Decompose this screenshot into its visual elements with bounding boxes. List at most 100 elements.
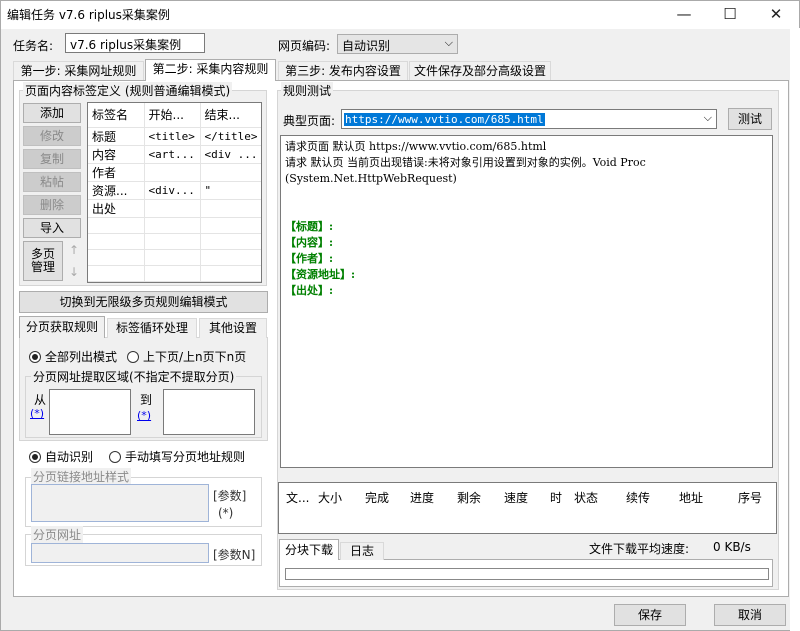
- radio-list-all[interactable]: 全部列出模式: [29, 348, 117, 365]
- table-row[interactable]: 资源... <div... ": [88, 181, 261, 200]
- radio-unselected-icon: [127, 351, 139, 363]
- paging-area-title: 分页网址提取区域(不指定不提取分页): [31, 368, 237, 385]
- column-header-resume[interactable]: 续传: [626, 489, 650, 506]
- close-button[interactable]: ✕: [753, 1, 799, 29]
- param-n-label[interactable]: [参数N]: [213, 546, 255, 563]
- cancel-button[interactable]: 取消: [714, 604, 786, 626]
- subtab-other-settings[interactable]: 其他设置: [199, 318, 267, 338]
- column-header-start[interactable]: 开始...: [144, 103, 201, 128]
- param-star[interactable]: (*): [218, 506, 233, 520]
- output-line: 请求页面 默认页 https://www.vvtio.com/685.html: [285, 140, 547, 153]
- subtab-tag-loop[interactable]: 标签循环处理: [107, 318, 197, 338]
- tag-name-cell: 作者: [88, 163, 145, 182]
- typical-page-input[interactable]: https://www.vvtio.com/685.html ⌵: [341, 109, 717, 129]
- table-row: [88, 265, 261, 282]
- tag-end-cell: ": [200, 181, 261, 200]
- table-row[interactable]: 标题 <title> </title>: [88, 127, 261, 146]
- radio-prev-next-label: 上下页/上n页下n页: [143, 350, 247, 364]
- download-progress-bar: [285, 568, 769, 580]
- radio-prev-next[interactable]: 上下页/上n页下n页: [127, 348, 246, 365]
- tag-table-header: 标签名 开始... 结束...: [88, 103, 261, 128]
- column-header-remaining[interactable]: 剩余: [457, 489, 481, 506]
- typical-page-label: 典型页面:: [283, 114, 336, 128]
- task-name-input[interactable]: v7.6 riplus采集案例: [65, 33, 205, 53]
- output-line: 请求 默认页 当前页出现错误:未将对象引用设置到对象的实例。Void Proc: [285, 156, 646, 169]
- param-label[interactable]: [参数]: [213, 487, 246, 504]
- column-header-size[interactable]: 大小: [318, 489, 342, 506]
- from-label: 从: [34, 393, 47, 407]
- download-list[interactable]: 文... 大小 完成 进度 剩余 速度 时 状态 续传 地址 序号: [278, 482, 777, 534]
- multipage-manage-button[interactable]: 多页 管理: [23, 241, 63, 281]
- from-star-link[interactable]: (*): [30, 407, 44, 420]
- table-row[interactable]: 作者: [88, 163, 261, 182]
- field-resource-url: 【资源地址】:: [285, 268, 356, 281]
- paging-from-input[interactable]: [49, 389, 131, 435]
- table-row: [88, 233, 261, 250]
- radio-manual-rule[interactable]: 手动填写分页地址规则: [109, 448, 245, 465]
- radio-selected-icon: [29, 451, 41, 463]
- import-tag-button[interactable]: 导入: [23, 218, 81, 238]
- column-header-speed[interactable]: 速度: [504, 489, 528, 506]
- column-header-time[interactable]: 时: [550, 489, 562, 506]
- add-tag-button[interactable]: 添加: [23, 103, 81, 123]
- move-up-icon[interactable]: ↑: [67, 243, 81, 259]
- tag-start-cell: [144, 199, 201, 218]
- field-author: 【作者】:: [285, 252, 334, 265]
- tab-content-rules[interactable]: 第二步: 采集内容规则: [145, 59, 276, 81]
- radio-auto-detect-label: 自动识别: [45, 450, 94, 464]
- save-button[interactable]: 保存: [614, 604, 686, 626]
- table-row[interactable]: 出处: [88, 199, 261, 218]
- tag-start-cell: [144, 163, 201, 182]
- link-style-input[interactable]: [31, 484, 209, 522]
- table-row: [88, 217, 261, 234]
- tab-url-rules[interactable]: 第一步: 采集网址规则: [13, 61, 144, 81]
- table-row: [88, 249, 261, 266]
- to-star-link[interactable]: (*): [137, 409, 151, 422]
- column-header-address[interactable]: 地址: [679, 489, 703, 506]
- radio-auto-detect[interactable]: 自动识别: [29, 448, 93, 465]
- tag-end-cell: [200, 199, 261, 218]
- copy-tag-button[interactable]: 复制: [23, 149, 81, 169]
- paging-to-input[interactable]: [163, 389, 255, 435]
- column-header-end[interactable]: 结束...: [200, 103, 261, 128]
- radio-selected-icon: [29, 351, 41, 363]
- column-header-done[interactable]: 完成: [365, 489, 389, 506]
- tag-name-cell: 资源...: [88, 181, 145, 200]
- column-header-index[interactable]: 序号: [738, 489, 762, 506]
- maximize-button[interactable]: ☐: [707, 1, 753, 29]
- radio-list-all-label: 全部列出模式: [45, 350, 118, 364]
- paste-tag-button[interactable]: 粘帖: [23, 172, 81, 192]
- tab-file-save-settings[interactable]: 文件保存及部分高级设置: [409, 61, 551, 81]
- test-button[interactable]: 测试: [728, 108, 772, 130]
- column-header-file[interactable]: 文...: [286, 489, 309, 506]
- radio-manual-rule-label: 手动填写分页地址规则: [125, 450, 246, 464]
- switch-multipage-mode-button[interactable]: 切换到无限级多页规则编辑模式: [19, 291, 268, 313]
- field-content: 【内容】:: [285, 236, 334, 249]
- column-header-tag-name[interactable]: 标签名: [88, 103, 145, 128]
- subtab-paging-rules[interactable]: 分页获取规则: [19, 316, 105, 338]
- page-url-input[interactable]: [31, 543, 209, 563]
- tag-name-cell: 出处: [88, 199, 145, 218]
- edit-tag-button[interactable]: 修改: [23, 126, 81, 146]
- tab-log[interactable]: 日志: [340, 542, 384, 560]
- test-output-area[interactable]: 请求页面 默认页 https://www.vvtio.com/685.html …: [280, 135, 773, 468]
- tag-end-cell: <div ...: [200, 145, 261, 164]
- task-name-label: 任务名:: [13, 39, 54, 53]
- tab-chunk-download[interactable]: 分块下载: [279, 539, 339, 560]
- move-down-icon[interactable]: ↓: [67, 265, 81, 281]
- tag-list-table[interactable]: 标签名 开始... 结束... 标题 <title> </title> 内容 <…: [87, 102, 262, 283]
- column-header-status[interactable]: 状态: [574, 489, 598, 506]
- field-title: 【标题】:: [285, 220, 334, 233]
- column-header-progress[interactable]: 进度: [410, 489, 434, 506]
- field-source: 【出处】:: [285, 284, 334, 297]
- table-row[interactable]: 内容 <art... <div ...: [88, 145, 261, 164]
- tag-start-cell: <title>: [144, 127, 201, 146]
- avg-speed-label: 文件下载平均速度:: [589, 542, 690, 556]
- encoding-select[interactable]: 自动识别 ⌵: [337, 34, 458, 54]
- to-label: 到: [140, 393, 153, 407]
- title-bar: 编辑任务 v7.6 riplus采集案例 — ☐ ✕: [1, 1, 799, 29]
- delete-tag-button[interactable]: 删除: [23, 195, 81, 215]
- tab-publish-settings[interactable]: 第三步: 发布内容设置: [278, 61, 408, 81]
- minimize-button[interactable]: —: [661, 1, 707, 29]
- edit-task-window: 编辑任务 v7.6 riplus采集案例 — ☐ ✕ 任务名: v7.6 rip…: [0, 0, 800, 631]
